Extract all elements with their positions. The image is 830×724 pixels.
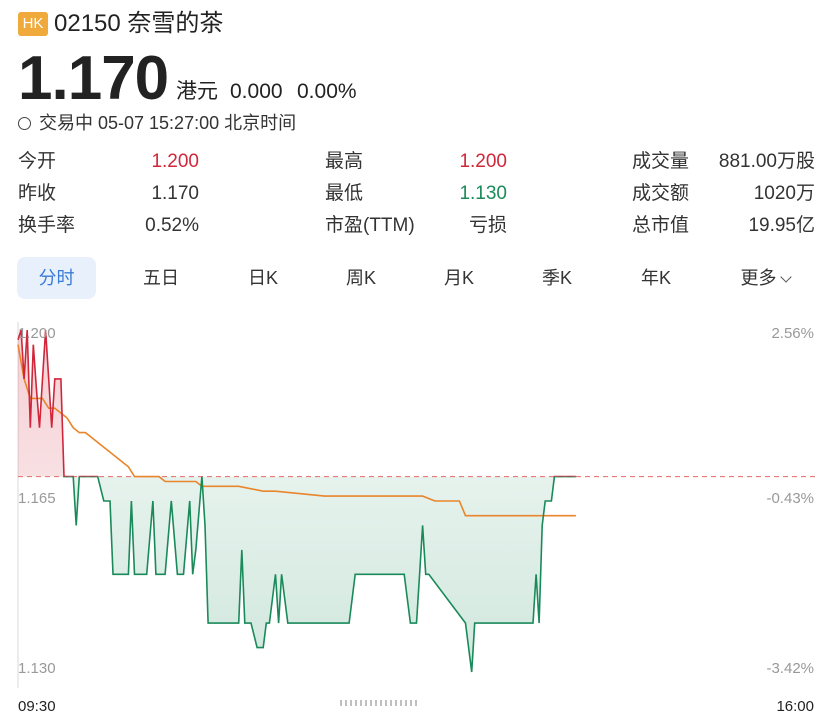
- pct-label-bottom: -3.42%: [766, 660, 814, 677]
- pct-label-mid: -0.43%: [766, 490, 814, 507]
- y-label-bottom: 1.130: [18, 660, 56, 677]
- x-label-start: 09:30: [18, 698, 56, 715]
- y-label-top: 1.200: [18, 325, 56, 342]
- y-label-mid: 1.165: [18, 490, 56, 507]
- intraday-chart[interactable]: [0, 0, 830, 724]
- x-label-end: 16:00: [776, 698, 814, 715]
- price-area-down: [18, 476, 576, 672]
- pct-label-top: 2.56%: [771, 325, 814, 342]
